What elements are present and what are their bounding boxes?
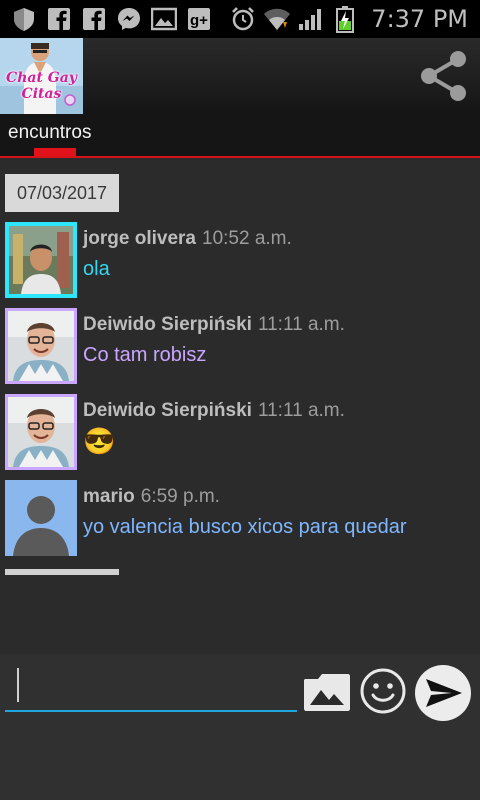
tab-encuntros[interactable]: encuntros — [8, 122, 91, 144]
tab-bar: encuntros — [0, 114, 480, 158]
message-emoji: 😎 — [83, 426, 116, 456]
status-bar: g+ 7:37 PM — [0, 0, 480, 38]
send-button[interactable] — [414, 664, 472, 722]
shield-icon — [10, 5, 38, 33]
sender-name[interactable]: jorge olivera — [83, 228, 196, 249]
signal-icon — [297, 5, 325, 33]
message-time: 6:59 p.m. — [140, 486, 220, 507]
google-plus-icon: g+ — [185, 5, 213, 33]
chat-message[interactable]: jorge olivera 10:52 a.m. ola — [5, 222, 475, 302]
notification-icons: g+ — [0, 5, 213, 33]
message-text: ola — [83, 258, 110, 280]
message-header: Deiwido Sierpiński 11:11 a.m. — [83, 400, 345, 422]
message-time: 11:11 a.m. — [257, 314, 345, 335]
message-time: 10:52 a.m. — [202, 228, 292, 249]
chat-message[interactable]: Deiwido Sierpiński 11:11 a.m. Co tam robi… — [5, 308, 475, 388]
message-header: Deiwido Sierpiński 11:11 a.m. — [83, 314, 345, 336]
message-header: mario 6:59 p.m. — [83, 486, 220, 508]
sender-name[interactable]: mario — [83, 486, 135, 507]
logo-text: Chat Gay Citas — [6, 70, 77, 102]
avatar[interactable] — [5, 308, 77, 384]
facebook-icon — [45, 5, 73, 33]
alarm-icon — [229, 5, 257, 33]
avatar[interactable] — [5, 394, 77, 470]
facebook-icon — [80, 5, 108, 33]
sender-name[interactable]: Deiwido Sierpiński — [83, 400, 252, 421]
avatar[interactable] — [5, 480, 77, 556]
status-time: 7:37 PM — [371, 5, 468, 33]
app-bar: Chat Gay Citas — [0, 38, 480, 114]
message-header: jorge olivera 10:52 a.m. — [83, 228, 292, 250]
default-avatar-icon — [5, 480, 77, 556]
date-separator: 07/03/2017 — [5, 174, 119, 212]
message-text: Co tam robisz — [83, 344, 207, 366]
messenger-icon — [115, 5, 143, 33]
sender-name[interactable]: Deiwido Sierpiński — [83, 314, 252, 335]
share-button[interactable] — [416, 48, 472, 104]
message-time: 11:11 a.m. — [257, 400, 345, 421]
wifi-icon — [263, 5, 291, 33]
tab-indicator — [34, 148, 76, 156]
chat-list[interactable]: 07/03/2017 jorge olivera 10:52 a.m. ola — [0, 160, 480, 654]
emoji-icon — [360, 668, 406, 714]
system-icons: 7:37 PM — [229, 5, 480, 33]
avatar[interactable] — [5, 222, 77, 298]
battery-charging-icon — [331, 5, 359, 33]
message-input[interactable] — [5, 662, 297, 712]
message-composer — [0, 654, 480, 800]
emoji-button[interactable] — [359, 667, 407, 715]
chat-message[interactable]: Deiwido Sierpiński 11:11 a.m. 😎 — [5, 394, 475, 474]
chat-message[interactable]: mario 6:59 p.m. yo valencia busco xicos p… — [5, 480, 475, 560]
text-caret — [17, 668, 19, 702]
app-logo[interactable]: Chat Gay Citas — [0, 38, 83, 114]
message-text: yo valencia busco xicos para quedar — [83, 516, 407, 538]
svg-text:g+: g+ — [190, 12, 208, 29]
attach-image-button[interactable] — [302, 668, 352, 714]
image-attach-icon — [304, 674, 350, 711]
share-icon — [421, 51, 466, 101]
list-divider — [5, 569, 119, 575]
image-icon — [150, 5, 178, 33]
send-icon — [415, 665, 471, 721]
